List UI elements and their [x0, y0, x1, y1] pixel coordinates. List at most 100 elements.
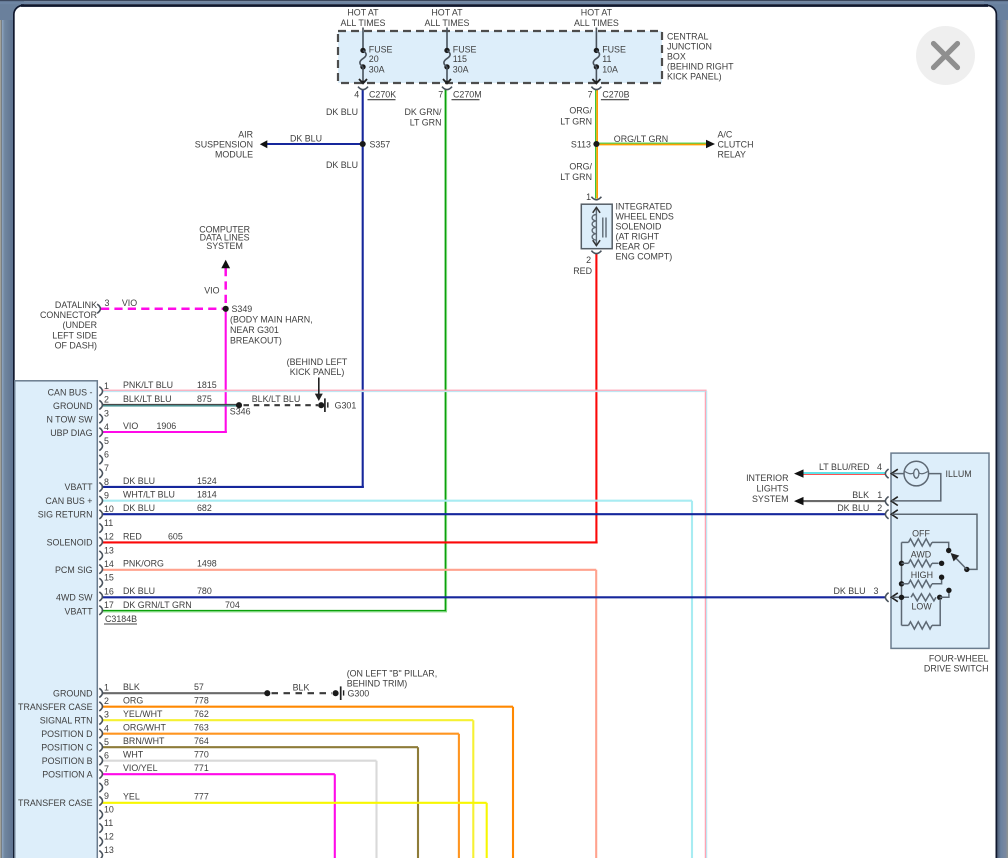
svg-text:8: 8	[104, 477, 109, 487]
svg-text:S349: S349	[232, 304, 253, 314]
svg-text:VIO: VIO	[123, 421, 138, 431]
svg-text:SIGNAL RTN: SIGNAL RTN	[40, 716, 93, 726]
svg-text:1815: 1815	[197, 380, 217, 390]
svg-text:1: 1	[104, 683, 109, 693]
svg-text:682: 682	[197, 503, 212, 513]
svg-text:DK BLU: DK BLU	[326, 107, 358, 117]
svg-text:BREAKOUT): BREAKOUT)	[230, 335, 282, 345]
svg-text:CLUTCH: CLUTCH	[718, 139, 754, 149]
svg-text:57: 57	[194, 682, 204, 692]
svg-text:BEHIND TRIM): BEHIND TRIM)	[347, 679, 408, 689]
svg-text:12: 12	[104, 831, 114, 841]
svg-text:RED: RED	[573, 266, 592, 276]
svg-text:SIG RETURN: SIG RETURN	[38, 510, 93, 520]
svg-text:LIGHTS: LIGHTS	[756, 484, 788, 494]
svg-text:ILLUM: ILLUM	[946, 469, 972, 479]
svg-text:1: 1	[586, 192, 591, 202]
svg-text:(BEHIND RIGHT: (BEHIND RIGHT	[667, 61, 734, 71]
svg-text:SUSPENSION: SUSPENSION	[195, 139, 253, 149]
svg-text:2: 2	[586, 255, 591, 265]
svg-text:DRIVE SWITCH: DRIVE SWITCH	[924, 664, 989, 674]
svg-text:763: 763	[194, 723, 209, 733]
svg-text:ALL TIMES: ALL TIMES	[425, 18, 470, 28]
svg-text:S357: S357	[370, 140, 391, 150]
svg-text:C270M: C270M	[453, 90, 482, 100]
svg-text:SYSTEM: SYSTEM	[206, 241, 243, 251]
svg-text:BRN/WHT: BRN/WHT	[123, 736, 165, 746]
svg-text:FOUR-WHEEL: FOUR-WHEEL	[929, 654, 989, 664]
svg-text:PNK/LT BLU: PNK/LT BLU	[123, 380, 173, 390]
svg-text:FUSE: FUSE	[369, 44, 393, 54]
svg-text:VBATT: VBATT	[65, 482, 94, 492]
svg-text:KICK PANEL): KICK PANEL)	[290, 367, 345, 377]
svg-text:HIGH: HIGH	[911, 570, 933, 580]
svg-text:DATALINK: DATALINK	[55, 300, 97, 310]
svg-text:5: 5	[104, 737, 109, 747]
svg-text:PCM SIG: PCM SIG	[55, 565, 93, 575]
svg-text:LT GRN: LT GRN	[410, 117, 442, 127]
svg-text:G300: G300	[348, 689, 370, 699]
svg-text:DK BLU: DK BLU	[123, 586, 155, 596]
svg-text:3: 3	[104, 408, 109, 418]
svg-text:VIO/YEL: VIO/YEL	[123, 763, 158, 773]
svg-text:762: 762	[194, 709, 209, 719]
svg-text:4: 4	[104, 723, 109, 733]
svg-text:1: 1	[877, 490, 882, 500]
svg-text:7: 7	[438, 90, 443, 100]
svg-text:RELAY: RELAY	[718, 149, 747, 159]
svg-text:JUNCTION: JUNCTION	[667, 41, 712, 51]
svg-text:764: 764	[194, 736, 209, 746]
svg-text:6: 6	[104, 449, 109, 459]
svg-text:UBP DIAG: UBP DIAG	[50, 428, 92, 438]
svg-text:BLK/LT BLU: BLK/LT BLU	[123, 394, 172, 404]
svg-text:PNK/ORG: PNK/ORG	[123, 559, 164, 569]
svg-text:BLK: BLK	[123, 682, 140, 692]
svg-text:LT GRN: LT GRN	[560, 117, 592, 127]
svg-text:ORG/LT GRN: ORG/LT GRN	[614, 134, 668, 144]
svg-text:7: 7	[104, 463, 109, 473]
svg-text:LT BLU/RED: LT BLU/RED	[819, 462, 869, 472]
svg-text:ORG: ORG	[123, 696, 143, 706]
svg-text:13: 13	[104, 845, 114, 855]
svg-text:BLK/LT BLU: BLK/LT BLU	[252, 394, 301, 404]
svg-text:ENG COMPT): ENG COMPT)	[616, 251, 673, 261]
svg-text:20: 20	[369, 54, 379, 64]
svg-text:30A: 30A	[369, 64, 385, 74]
svg-text:11: 11	[104, 518, 113, 528]
svg-text:VIO: VIO	[204, 286, 219, 296]
svg-text:INTEGRATED: INTEGRATED	[616, 201, 673, 211]
svg-text:HOT AT: HOT AT	[347, 8, 379, 18]
svg-text:12: 12	[104, 532, 114, 542]
svg-text:NEAR G301: NEAR G301	[230, 325, 279, 335]
svg-text:N TOW SW: N TOW SW	[46, 414, 93, 424]
svg-text:YEL: YEL	[123, 792, 140, 802]
svg-text:KICK PANEL): KICK PANEL)	[667, 71, 722, 81]
svg-text:OF DASH): OF DASH)	[55, 340, 97, 350]
svg-text:7: 7	[588, 90, 593, 100]
svg-text:CAN BUS +: CAN BUS +	[45, 496, 92, 506]
svg-text:INTERIOR: INTERIOR	[746, 473, 788, 483]
svg-text:2: 2	[104, 395, 109, 405]
svg-text:GROUND: GROUND	[53, 689, 92, 699]
svg-text:4: 4	[354, 90, 359, 100]
svg-text:SOLENOID: SOLENOID	[616, 221, 662, 231]
svg-text:770: 770	[194, 750, 209, 760]
svg-text:LT GRN: LT GRN	[560, 172, 592, 182]
svg-text:CONNECTOR: CONNECTOR	[40, 310, 97, 320]
svg-text:13: 13	[104, 545, 114, 555]
svg-text:WHEEL ENDS: WHEEL ENDS	[616, 211, 674, 221]
svg-text:3: 3	[104, 710, 109, 720]
svg-text:1814: 1814	[197, 490, 217, 500]
svg-text:DK BLU: DK BLU	[290, 133, 322, 143]
svg-text:DK BLU: DK BLU	[837, 503, 869, 513]
svg-text:4WD SW: 4WD SW	[56, 593, 93, 603]
svg-text:9: 9	[104, 491, 109, 501]
svg-text:POSITION C: POSITION C	[41, 743, 93, 753]
svg-text:AIR: AIR	[238, 129, 253, 139]
svg-text:RED: RED	[123, 531, 142, 541]
svg-text:1906: 1906	[157, 421, 177, 431]
svg-text:5: 5	[104, 436, 109, 446]
svg-text:ORG/WHT: ORG/WHT	[123, 723, 166, 733]
svg-text:FUSE: FUSE	[453, 44, 477, 54]
svg-text:10A: 10A	[602, 64, 618, 74]
